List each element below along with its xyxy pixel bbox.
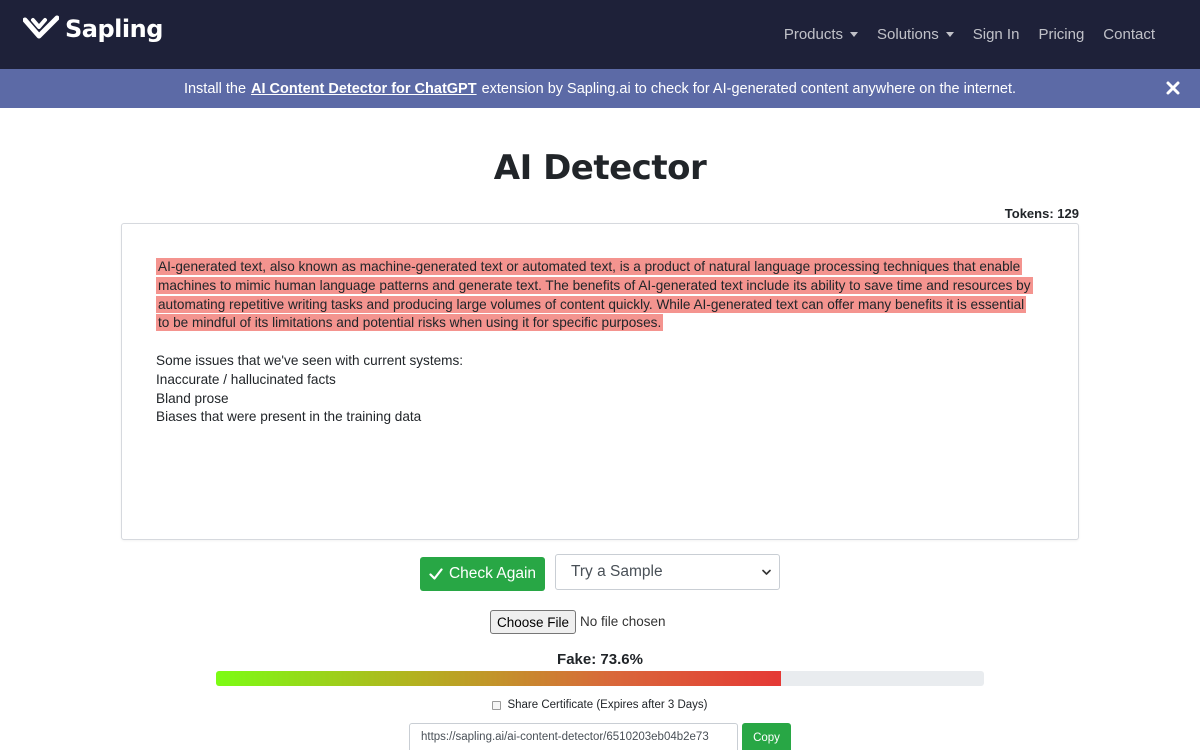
fake-progress-fill	[216, 671, 782, 686]
check-again-label: Check Again	[448, 565, 537, 582]
check-again-button[interactable]: Check Again	[420, 557, 545, 591]
brand-link[interactable]: Sapling	[23, 15, 163, 43]
checkmark-icon	[429, 568, 443, 580]
close-icon[interactable]	[1165, 80, 1181, 96]
share-certificate-row: Share Certificate (Expires after 3 Days)	[0, 699, 1200, 711]
fake-progress-bar	[216, 671, 984, 686]
navbar: Sapling Products Solutions Sign In Prici…	[0, 0, 1200, 69]
nav-contact[interactable]: Contact	[1103, 26, 1155, 43]
sample-select-value: Try a Sample	[571, 563, 663, 580]
file-status: No file chosen	[580, 614, 666, 629]
chevron-down-icon	[850, 32, 859, 37]
chevron-down-icon	[945, 32, 954, 37]
editor-line: Biases that were present in the training…	[156, 409, 422, 425]
editor-line: Bland prose	[156, 390, 229, 406]
extension-banner: Install the AI Content Detector for Chat…	[0, 69, 1200, 108]
nav-pricing[interactable]: Pricing	[1038, 26, 1084, 43]
tokens-label: Tokens:	[1004, 206, 1054, 221]
nav-solutions[interactable]: Solutions	[877, 26, 954, 43]
chevron-down-icon	[762, 569, 771, 575]
sapling-logo-icon	[23, 15, 59, 39]
nav-solutions-label: Solutions	[877, 26, 939, 43]
banner-extension-link[interactable]: AI Content Detector for ChatGPT	[251, 81, 477, 97]
try-sample-select[interactable]: Try a Sample	[555, 554, 780, 590]
share-certificate-checkbox[interactable]	[492, 700, 502, 710]
nav-products[interactable]: Products	[783, 26, 859, 43]
highlighted-paragraph: AI-generated text, also known as machine…	[156, 258, 1036, 333]
editor-line: Inaccurate / hallucinated facts	[156, 371, 336, 387]
text-editor[interactable]: AI-generated text, also known as machine…	[121, 223, 1079, 540]
nav-sign-in[interactable]: Sign In	[973, 26, 1020, 43]
nav-links: Products Solutions Sign In Pricing Conta…	[784, 0, 1155, 69]
share-certificate-label: Share Certificate (Expires after 3 Days)	[507, 699, 708, 711]
brand-name: Sapling	[65, 15, 163, 43]
choose-file-button[interactable]: Choose File	[490, 610, 576, 634]
page-title: AI Detector	[493, 148, 707, 188]
nav-products-label: Products	[783, 26, 844, 43]
ai-highlight: AI-generated text, also known as machine…	[156, 258, 1033, 332]
fake-score: Fake: 73.6%	[557, 651, 643, 668]
editor-line: Some issues that we've seen with current…	[156, 352, 464, 368]
editor-content: AI-generated text, also known as machine…	[156, 258, 1036, 427]
tokens-value: 129	[1057, 206, 1079, 221]
token-count: Tokens: 129	[1005, 206, 1079, 221]
banner-prefix: Install the	[183, 80, 247, 97]
copy-button[interactable]: Copy	[742, 723, 791, 750]
banner-suffix: extension by Sapling.ai to check for AI-…	[481, 80, 1017, 97]
certificate-url-field[interactable]: https://sapling.ai/ai-content-detector/6…	[409, 723, 738, 750]
